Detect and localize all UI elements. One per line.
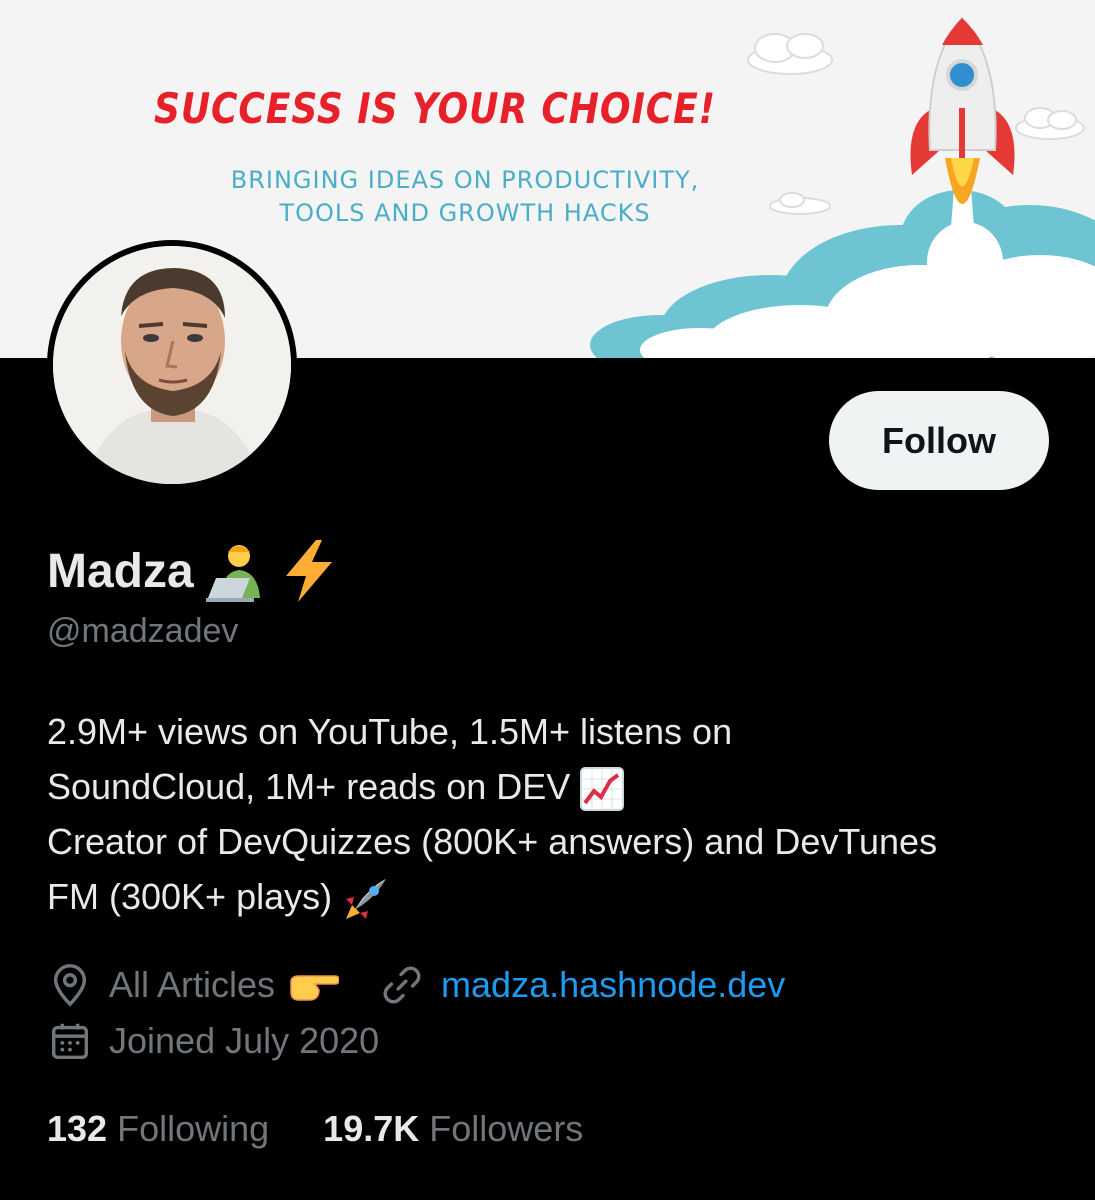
chart-increasing-icon xyxy=(580,766,625,812)
banner-subline-2: TOOLS AND GROWTH HACKS xyxy=(279,199,651,227)
banner-subline-1: BRINGING IDEAS ON PRODUCTIVITY, xyxy=(230,166,700,194)
lightning-icon xyxy=(280,540,338,602)
meta-row-location-website: All Articles madza.hashnode.dev xyxy=(47,962,785,1008)
following-count: 132 xyxy=(47,1108,108,1149)
pointing-right-icon xyxy=(289,964,340,1006)
followers-stat[interactable]: 19.7K Followers xyxy=(323,1108,583,1150)
location-text: All Articles xyxy=(109,964,276,1005)
display-name: Madza xyxy=(47,544,194,598)
location-pin-icon xyxy=(53,964,87,1007)
profile-bio: 2.9M+ views on YouTube, 1.5M+ listens on… xyxy=(47,704,1057,924)
meta-row-joined: Joined July 2020 xyxy=(47,1018,379,1064)
username-handle: @madzadev xyxy=(47,612,239,650)
avatar-photo xyxy=(53,246,291,484)
follow-button[interactable]: Follow xyxy=(829,391,1049,490)
bio-line-2-row: SoundCloud, 1M+ reads on DEV xyxy=(47,759,1057,814)
portrait-illustration xyxy=(53,246,291,484)
followers-count: 19.7K xyxy=(323,1108,420,1149)
following-stat[interactable]: 132 Following xyxy=(47,1108,269,1150)
bio-line-4-row: FM (300K+ plays) xyxy=(47,869,1057,924)
follow-stats: 132 Following 19.7K Followers xyxy=(47,1108,583,1150)
bio-line-2: SoundCloud, 1M+ reads on DEV xyxy=(47,766,571,807)
technologist-emoji-icon xyxy=(205,540,268,602)
joined-date: Joined July 2020 xyxy=(109,1020,380,1061)
display-name-row: Madza xyxy=(47,540,338,602)
link-icon xyxy=(383,966,421,1004)
bio-line-3: Creator of DevQuizzes (800K+ answers) an… xyxy=(47,821,938,862)
website-link[interactable]: madza.hashnode.dev xyxy=(441,964,785,1006)
rocket-icon xyxy=(342,876,390,920)
banner-subline: BRINGING IDEAS ON PRODUCTIVITY, TOOLS AN… xyxy=(0,164,930,230)
following-label: Following xyxy=(117,1108,270,1149)
bio-line-1: 2.9M+ views on YouTube, 1.5M+ listens on xyxy=(47,711,733,752)
banner-headline: SUCCESS IS YOUR CHOICE! xyxy=(153,84,716,133)
calendar-icon xyxy=(51,1023,89,1060)
avatar[interactable] xyxy=(47,240,297,490)
followers-label: Followers xyxy=(429,1108,584,1149)
bio-line-4: FM (300K+ plays) xyxy=(47,876,333,917)
